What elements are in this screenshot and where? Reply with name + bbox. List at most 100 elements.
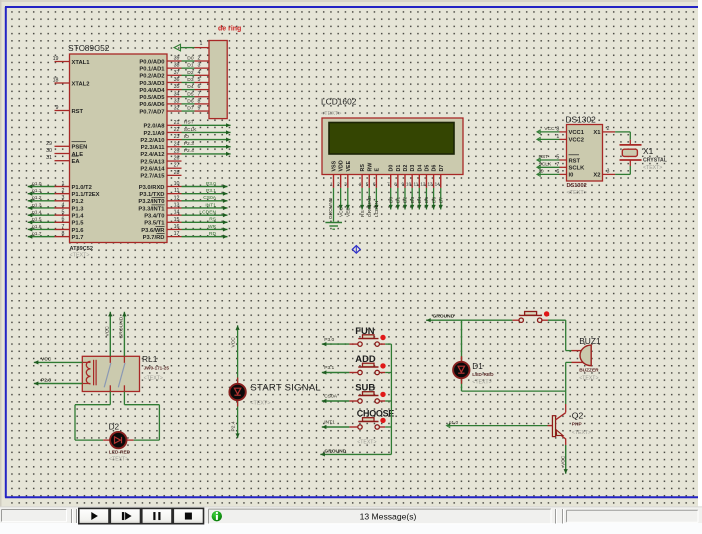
svg-text:P2.7/A15: P2.7/A15 [140, 174, 165, 180]
svg-text:35: 35 [174, 84, 180, 90]
svg-text:P3.0/RXD: P3.0/RXD [139, 185, 165, 191]
svg-text:1: 1 [330, 182, 333, 187]
svg-text:P0.0/AD0: P0.0/AD0 [139, 59, 164, 65]
svg-text:4: 4 [359, 182, 362, 187]
svg-text:<TEXT>: <TEXT> [109, 456, 128, 462]
svg-text:D4: D4 [417, 197, 423, 203]
svg-text:D0: D0 [388, 197, 394, 203]
svg-text:DS1302: DS1302 [567, 183, 587, 189]
svg-text:11: 11 [174, 188, 180, 194]
svg-text:18: 18 [53, 78, 59, 84]
svg-text:IO: IO [184, 134, 189, 140]
svg-text:P0.1/AD1: P0.1/AD1 [139, 66, 165, 72]
svg-text:CHOOSE: CHOOSE [357, 409, 395, 419]
svg-text:P3.1/TXD: P3.1/TXD [139, 192, 164, 198]
svg-text:Q2: Q2 [572, 411, 584, 421]
svg-text:D0: D0 [187, 56, 194, 62]
svg-text:<TEXT>: <TEXT> [472, 380, 491, 386]
svg-text:ADD: ADD [355, 353, 376, 364]
svg-text:3: 3 [198, 63, 201, 69]
svg-text:SCLK: SCLK [184, 127, 198, 133]
svg-text:D6: D6 [431, 197, 437, 203]
svg-text:JW0-171-25: JW0-171-25 [144, 366, 170, 371]
svg-text:7: 7 [556, 162, 559, 168]
svg-text:P2.4/A12: P2.4/A12 [140, 152, 164, 158]
svg-text:13: 13 [174, 202, 180, 208]
svg-text:LCDEN: LCDEN [374, 200, 380, 217]
svg-text:VEE: VEE [346, 160, 352, 171]
svg-text:D1: D1 [187, 63, 194, 69]
svg-text:3: 3 [62, 195, 65, 201]
svg-text:D4: D4 [417, 165, 423, 172]
svg-text:D2: D2 [403, 197, 409, 203]
svg-text:D7: D7 [187, 106, 194, 112]
svg-text:GROUND: GROUND [433, 314, 455, 320]
svg-text:21: 21 [174, 120, 180, 126]
svg-text:P1.7: P1.7 [72, 235, 84, 241]
svg-text:P1.5: P1.5 [72, 221, 85, 227]
svg-text:P3.2/INT0: P3.2/INT0 [138, 199, 164, 205]
svg-text:3: 3 [344, 182, 347, 187]
svg-text:29: 29 [46, 141, 52, 147]
svg-text:17: 17 [174, 231, 180, 237]
svg-text:28: 28 [174, 170, 180, 176]
svg-text:P2.4: P2.4 [231, 421, 237, 431]
svg-text:X1: X1 [593, 130, 601, 136]
svg-text:D3: D3 [410, 165, 416, 172]
svg-text:VCC2: VCC2 [569, 138, 584, 144]
svg-text:P0.5/AD5: P0.5/AD5 [139, 95, 165, 101]
svg-text:P1.2: P1.2 [72, 199, 84, 205]
svg-text:D6: D6 [432, 165, 438, 172]
svg-text:10: 10 [406, 182, 412, 187]
svg-text:8: 8 [556, 126, 559, 132]
svg-text:P3.1: P3.1 [324, 365, 334, 371]
svg-text:34: 34 [174, 91, 180, 97]
svg-text:30: 30 [46, 148, 52, 154]
svg-text:VCC: VCC [560, 455, 566, 466]
svg-text:D6: D6 [187, 98, 194, 104]
svg-text:D2: D2 [187, 70, 194, 76]
svg-text:2: 2 [198, 56, 201, 62]
svg-text:6: 6 [198, 84, 201, 90]
svg-text:9: 9 [56, 105, 59, 111]
svg-text:P3.7/RD: P3.7/RD [143, 235, 165, 241]
svg-text:WR: WR [208, 224, 217, 230]
svg-text:27: 27 [174, 163, 180, 169]
svg-text:GROUND: GROUND [324, 449, 346, 455]
svg-text:D2: D2 [403, 165, 409, 172]
svg-text:D5: D5 [187, 91, 194, 97]
svg-text:26: 26 [174, 156, 180, 162]
svg-text:6: 6 [556, 169, 559, 175]
svg-text:GROUND: GROUND [119, 316, 125, 338]
svg-text:P3.3/INT1: P3.3/INT1 [138, 206, 165, 212]
svg-text:36: 36 [174, 77, 180, 83]
svg-text:16: 16 [174, 224, 180, 230]
svg-text:GROUND: GROUND [328, 197, 334, 219]
svg-text:RST: RST [569, 158, 581, 164]
svg-text:p1.0: p1.0 [449, 420, 459, 426]
svg-text:FUN: FUN [355, 325, 374, 336]
svg-text:1: 1 [200, 41, 203, 47]
svg-text:p1.2: p1.2 [32, 195, 42, 201]
svg-text:DS1302: DS1302 [566, 115, 597, 125]
svg-text:X1: X1 [643, 146, 654, 156]
svg-text:STC89C52: STC89C52 [68, 43, 110, 53]
svg-text:2: 2 [337, 182, 340, 187]
svg-text:LCD1602: LCD1602 [321, 97, 357, 107]
svg-text:D4: D4 [187, 84, 194, 90]
svg-text:4: 4 [198, 70, 201, 76]
svg-text:D3: D3 [410, 197, 416, 203]
svg-text:P2.6/A14: P2.6/A14 [140, 167, 165, 173]
svg-text:BUZ1: BUZ1 [579, 336, 601, 346]
svg-text:38: 38 [174, 63, 180, 69]
svg-text:P0.2/AD2: P0.2/AD2 [139, 74, 164, 80]
svg-text:39: 39 [174, 56, 180, 62]
svg-text:D1: D1 [472, 362, 483, 371]
svg-text:P0.7/AD7: P0.7/AD7 [139, 109, 164, 115]
svg-text:9: 9 [401, 182, 404, 187]
svg-text:P2.2/A10: P2.2/A10 [140, 138, 164, 144]
svg-text:5: 5 [556, 155, 559, 161]
svg-text:<TEXT>: <TEXT> [567, 190, 587, 196]
svg-text:CS0A: CS0A [324, 394, 338, 400]
svg-text:P1.4: P1.4 [72, 213, 85, 219]
